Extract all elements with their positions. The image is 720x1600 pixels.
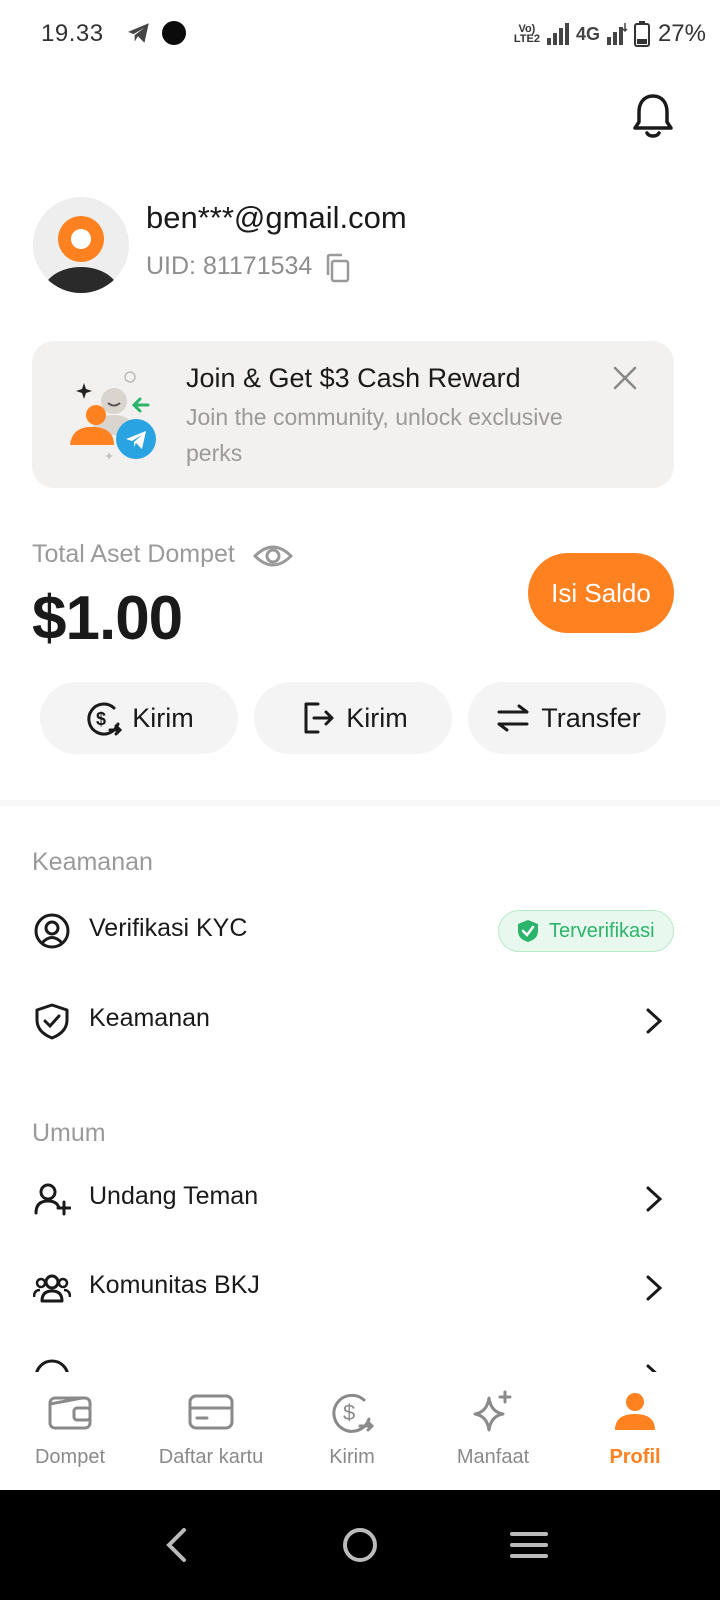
- row-label: Komunitas BKJ: [89, 1271, 260, 1299]
- section-title-general: Umum: [32, 1119, 106, 1147]
- user-plus-icon: [34, 1183, 71, 1216]
- status-indicators: Vo) LTE2 4G 27%: [514, 18, 706, 50]
- dollar-send-icon: $: [332, 1393, 375, 1433]
- users-group-icon: [33, 1274, 71, 1303]
- eye-icon[interactable]: [253, 540, 293, 572]
- invite-friends-row[interactable]: Undang Teman: [0, 1166, 720, 1230]
- nav-label: Dompet: [34, 1446, 106, 1468]
- card-icon: [188, 1394, 234, 1430]
- banner-title: Join & Get $3 Cash Reward: [186, 363, 521, 393]
- chevron-right-icon: [646, 1186, 663, 1212]
- swap-arrows-icon: [497, 704, 529, 732]
- send-crypto-button[interactable]: $ Kirim: [40, 682, 238, 754]
- home-icon[interactable]: [335, 1520, 385, 1570]
- exit-arrow-icon: [304, 702, 334, 734]
- telegram-status-icon: [128, 23, 149, 43]
- section-divider: [0, 800, 720, 806]
- user-email: ben***@gmail.com: [146, 200, 407, 235]
- row-icon-peek: [35, 1359, 69, 1372]
- section-title-security: Keamanan: [32, 848, 153, 876]
- svg-text:$: $: [343, 1400, 355, 1425]
- close-icon[interactable]: [612, 365, 638, 391]
- nav-item-benefits[interactable]: Manfaat: [423, 1388, 563, 1484]
- shield-check-icon: [518, 920, 538, 942]
- row-label: Undang Teman: [89, 1182, 259, 1210]
- signal-icon: [546, 23, 569, 45]
- nav-item-cards[interactable]: Daftar kartu: [141, 1388, 281, 1484]
- notification-bell-icon[interactable]: [630, 92, 676, 140]
- row-label: Keamanan: [89, 1004, 210, 1032]
- copy-icon[interactable]: [324, 253, 352, 283]
- security-row[interactable]: Keamanan: [0, 988, 720, 1052]
- sparkle-icon: [473, 1390, 512, 1432]
- partially-hidden-row: [0, 1350, 720, 1372]
- wallet-icon: [48, 1396, 92, 1430]
- nav-item-wallet[interactable]: Dompet: [0, 1388, 140, 1484]
- shield-check-icon: [35, 1003, 69, 1040]
- chevron-right-icon: [646, 1008, 663, 1034]
- volte-indicator: Vo) LTE2: [513, 23, 540, 45]
- transfer-button[interactable]: Transfer: [468, 682, 666, 754]
- battery-percent: 27%: [657, 20, 706, 47]
- nav-label: Daftar kartu: [158, 1446, 264, 1468]
- community-row[interactable]: Komunitas BKJ: [0, 1255, 720, 1319]
- avatar-person-icon: [43, 216, 119, 293]
- status-time: 19.33: [41, 20, 104, 47]
- user-circle-icon: [34, 913, 70, 949]
- send-out-button[interactable]: Kirim: [254, 682, 452, 754]
- user-uid: UID: 81171534: [146, 252, 313, 280]
- chevron-right-icon: [646, 1364, 657, 1372]
- nav-label: Manfaat: [456, 1446, 530, 1468]
- row-label: Verifikasi KYC: [89, 914, 248, 942]
- balance-label: Total Aset Dompet: [32, 540, 235, 568]
- signal-icon-2: [606, 23, 628, 45]
- topup-button[interactable]: Isi Saldo: [528, 553, 674, 633]
- status-bar: 19.33 Vo) LTE2 4G 27%: [0, 0, 720, 68]
- banner-subtitle: Join the community, unlock exclusive per…: [186, 404, 563, 466]
- nav-item-profile[interactable]: Profil: [565, 1388, 705, 1484]
- community-banner[interactable]: Join & Get $3 Cash Reward Join the commu…: [32, 341, 674, 488]
- action-label: Kirim: [346, 702, 408, 733]
- action-label: Transfer: [541, 702, 641, 733]
- back-icon[interactable]: [152, 1520, 202, 1570]
- avatar[interactable]: [33, 197, 129, 293]
- nav-item-send[interactable]: $ Kirim: [282, 1388, 422, 1484]
- nav-label: Profil: [609, 1446, 661, 1468]
- verified-badge: Terverifikasi: [498, 910, 674, 952]
- community-illustration-icon: [70, 371, 156, 460]
- action-label: Kirim: [132, 702, 194, 733]
- verified-text: Terverifikasi: [549, 919, 655, 942]
- network-type: 4G: [575, 23, 600, 44]
- profile-icon: [615, 1393, 655, 1430]
- system-navigation-bar: [0, 1490, 720, 1600]
- bottom-navigation: Dompet Daftar kartu $ Kirim Manfaat Prof…: [0, 1372, 720, 1490]
- svg-text:$: $: [96, 709, 106, 729]
- chevron-right-icon: [646, 1275, 663, 1301]
- dollar-send-icon: $: [87, 702, 123, 736]
- nav-label: Kirim: [329, 1446, 375, 1468]
- battery-icon: [633, 21, 650, 47]
- notification-dot-icon: [162, 21, 186, 45]
- balance-value: $1.00: [32, 584, 183, 653]
- menu-icon[interactable]: [504, 1520, 554, 1570]
